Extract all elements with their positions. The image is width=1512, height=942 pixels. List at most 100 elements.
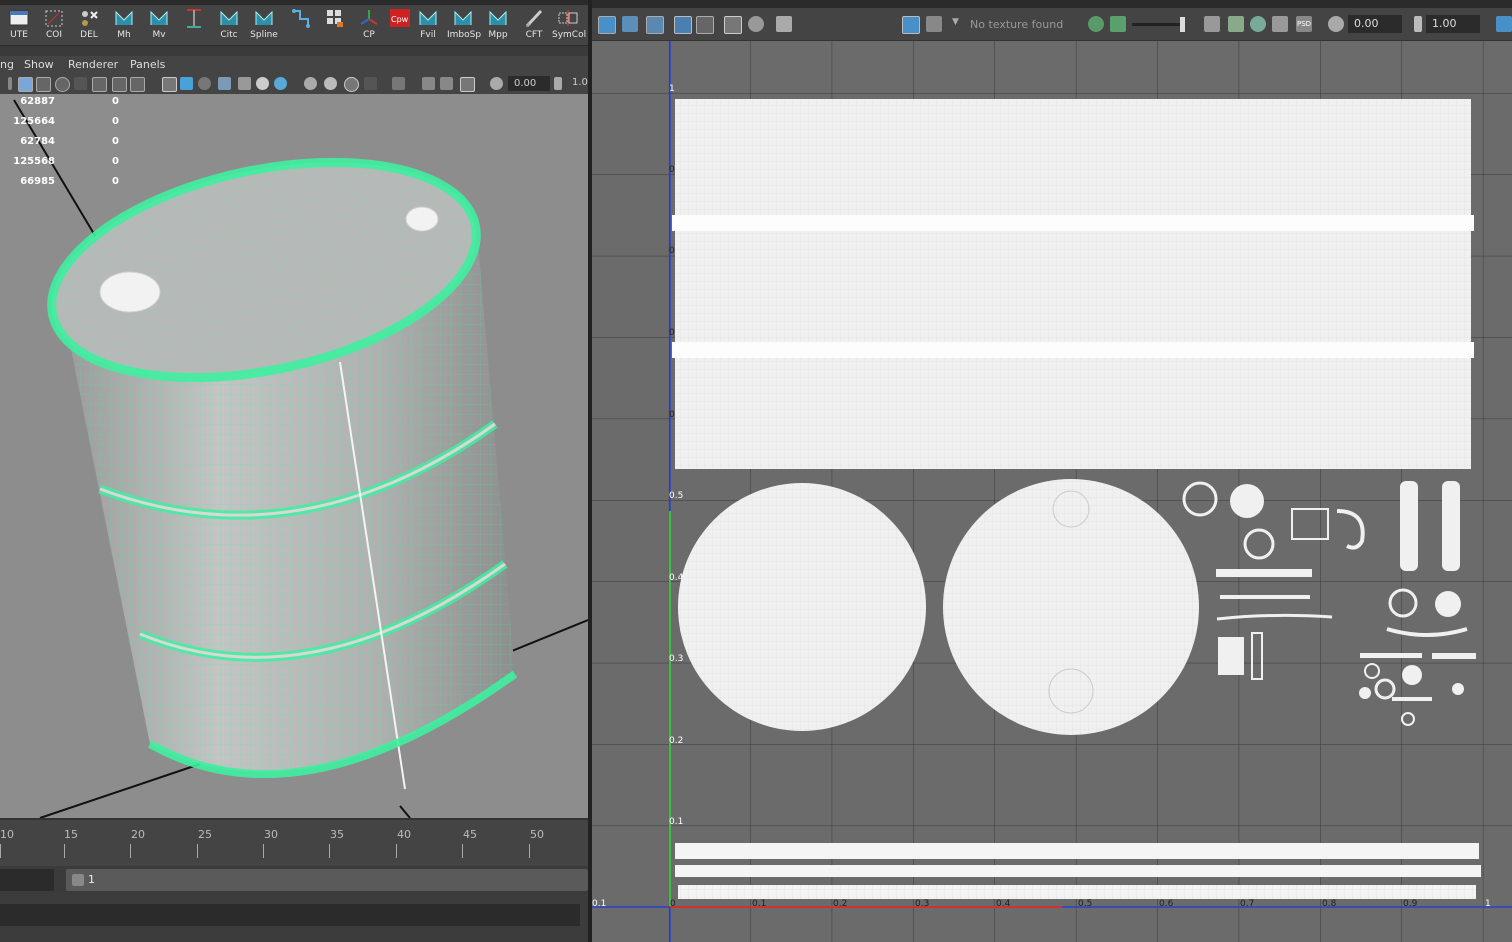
menu-item-panels[interactable]: Panels [130,58,165,71]
image-display-icon[interactable] [902,16,920,34]
shelf-button-mh[interactable]: Mh [108,7,140,43]
v-axis-label: 0 [669,246,675,256]
exposure-icon[interactable] [1328,16,1344,32]
exposure-slider-track[interactable] [1132,23,1182,26]
wireframe-cube-icon[interactable] [162,77,177,92]
menu-item-show[interactable]: Show [24,58,54,71]
time-slider[interactable]: 10 15 20 25 30 35 40 45 50 [0,818,588,868]
isolate-select-icon[interactable] [392,77,405,90]
ruler-icon [187,9,201,28]
gate-mask-icon[interactable] [74,77,87,90]
gamma-value-field[interactable]: 1.00 [1426,15,1480,33]
shelf-button-del[interactable]: DEL [73,7,105,43]
exposure-value-field[interactable]: 0.00 [1348,15,1402,33]
perspective-viewport[interactable]: 62887 0 125664 0 62784 0 125568 0 66985 0 [0,94,588,818]
range-start-field[interactable] [0,869,54,891]
menu-item-lighting[interactable]: ng [0,58,14,71]
xray-icon[interactable] [422,77,435,90]
shelf-button-spline[interactable]: Spline [248,7,280,43]
shelf-button-cft[interactable]: CFT [518,7,550,43]
u-axis-label: 0.6 [1159,899,1174,909]
menu-item-renderer[interactable]: Renderer [68,58,118,71]
gamma-icon[interactable] [554,77,562,90]
gamma-icon[interactable] [1414,16,1422,32]
uv-snapshot-icon[interactable] [622,16,638,32]
time-tick-label: 15 [64,828,78,841]
shelf-button-coi[interactable]: COI [38,7,70,43]
depth-of-field-icon[interactable] [364,77,377,90]
smooth-shade-icon[interactable] [180,77,193,90]
light-bulb-icon[interactable] [256,77,269,90]
barrel-3d-view [13,99,588,818]
uv-checker-icon[interactable] [724,16,742,34]
u-axis-label: 0.5 [1078,899,1092,909]
field-chart-icon[interactable] [92,77,107,92]
uv-image-range-icon[interactable] [1272,16,1288,32]
checker-pattern-icon[interactable] [926,16,942,32]
u-axis-label: 0.7 [1240,899,1254,909]
shelf-button-mv[interactable]: Mv [143,7,175,43]
motion-blur-icon[interactable] [324,77,337,90]
shelf-button-citc[interactable]: Citc [213,7,245,43]
exposure-slider-handle[interactable] [1180,17,1185,32]
u-axis-label: 0.8 [1322,899,1337,909]
gamma-field[interactable]: 1.0 [572,77,588,88]
time-tick [462,844,463,858]
axis-line [399,805,411,818]
uv-shell-rim-strip [675,865,1481,877]
barrel-vent-cap [405,206,439,232]
textured-icon[interactable] [218,77,231,90]
shelf-button-cp[interactable]: CP [353,7,385,43]
shadows-icon[interactable] [274,77,287,90]
image-dropdown-chevron-icon[interactable]: ▼ [952,17,959,27]
uv-distortion-icon[interactable] [748,16,764,32]
shelf-button-grid[interactable] [318,7,350,43]
uv-shell-barrel-side-mesh [675,99,1471,469]
uv-shell-rim-strip-mesh [678,885,1476,899]
ambient-occlusion-icon[interactable] [304,77,317,90]
pencil-icon [525,9,543,28]
v-axis-label: 0.5 [669,491,683,501]
alpha-channel-icon[interactable] [1110,16,1126,32]
shelf-button-fvil[interactable]: Fvil [412,7,444,43]
time-tick-label: 10 [0,828,14,841]
shelf-button-imbosp[interactable]: ImboSp [447,7,481,43]
color-management-icon[interactable] [1496,16,1512,32]
rgb-channels-icon[interactable] [1088,16,1104,32]
exposure-field[interactable]: 0.00 [508,76,550,91]
uv-shell-strip [1360,653,1422,658]
film-gate-icon[interactable] [36,77,51,92]
shelf-button-ruler[interactable] [178,7,210,43]
uv-camera-icon[interactable] [776,16,792,32]
maya-script-icon [115,10,133,25]
uv-display-icon[interactable] [674,16,692,34]
xray-joints-icon[interactable] [440,77,453,90]
barrel-bung-cap [99,271,161,313]
grid-icon[interactable] [18,77,33,92]
uv-grid-toggle-icon[interactable] [598,16,616,34]
psd-icon[interactable]: PSD [1296,16,1312,32]
shelf-button-symcol[interactable]: SymCol [552,7,586,43]
resolution-gate-icon[interactable] [55,77,70,92]
time-tick [130,844,131,858]
wireframe-on-shaded-icon[interactable] [198,77,211,90]
range-slider[interactable]: 1 [66,869,588,891]
u-axis-label: 0.4 [996,899,1011,909]
command-line[interactable] [0,904,580,926]
uv-canvas[interactable]: 1 0 0 0 0 0.5 0.4 0.3 0.2 0.1 0.1 0 0.1 … [592,41,1512,942]
shelf-button-mpp[interactable]: Mpp [482,7,514,43]
safe-action-icon[interactable] [112,77,127,92]
lighting-icon[interactable] [238,77,251,90]
shelf-button-path[interactable] [285,7,317,43]
exposure-icon[interactable] [490,77,503,90]
range-handle-icon[interactable] [72,874,84,886]
uv-image-icon[interactable] [1228,16,1244,32]
antialiasing-icon[interactable] [344,77,359,92]
safe-title-icon[interactable] [130,77,145,92]
uv-pixel-snap-icon[interactable] [696,16,714,34]
xray-components-icon[interactable] [460,77,475,92]
uv-refresh-icon[interactable] [1250,16,1266,32]
shelf-button-ute[interactable]: UTE [3,7,35,43]
uv-shrink-icon[interactable] [1204,16,1220,32]
uv-shaded-icon[interactable] [646,16,664,34]
